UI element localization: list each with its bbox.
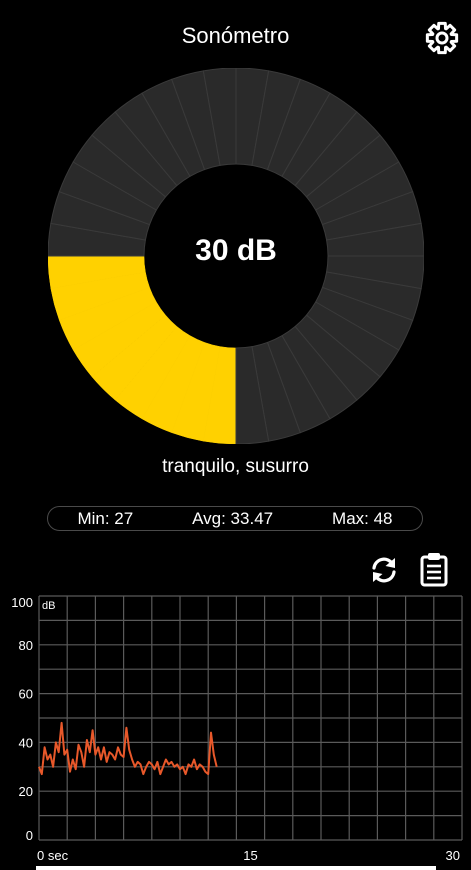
y-tick-label: 40 bbox=[19, 735, 33, 750]
stats-bar: Min: 27 Avg: 33.47 Max: 48 bbox=[47, 506, 423, 531]
bottom-banner-edge bbox=[36, 866, 436, 870]
settings-button[interactable] bbox=[424, 20, 460, 56]
decibel-history-chart: 0 20 40 60 80 100 dB 0 sec 15 30 bbox=[11, 595, 463, 863]
y-tick-label: 20 bbox=[19, 784, 33, 799]
noise-level-description: tranquilo, susurro bbox=[162, 456, 309, 477]
gear-icon bbox=[425, 21, 459, 55]
x-tick-label: 0 sec bbox=[37, 848, 69, 863]
decibel-reading: 30 dB bbox=[195, 234, 277, 267]
refresh-icon bbox=[372, 557, 396, 583]
y-tick-label: 0 bbox=[26, 828, 33, 843]
reset-button[interactable] bbox=[366, 552, 402, 588]
x-tick-label: 30 bbox=[446, 848, 460, 863]
y-tick-label: 60 bbox=[19, 687, 33, 702]
min-value: Min: 27 bbox=[77, 508, 134, 528]
y-unit-label: dB bbox=[42, 600, 55, 612]
max-value: Max: 48 bbox=[332, 508, 393, 528]
y-tick-label: 100 bbox=[11, 595, 33, 610]
avg-value: Avg: 33.47 bbox=[192, 508, 274, 528]
clipboard-icon bbox=[420, 553, 448, 587]
page-title: Sonómetro bbox=[181, 23, 290, 48]
x-tick-label: 15 bbox=[243, 848, 257, 863]
y-tick-label: 80 bbox=[19, 638, 33, 653]
copy-to-clipboard-button[interactable] bbox=[416, 551, 452, 587]
